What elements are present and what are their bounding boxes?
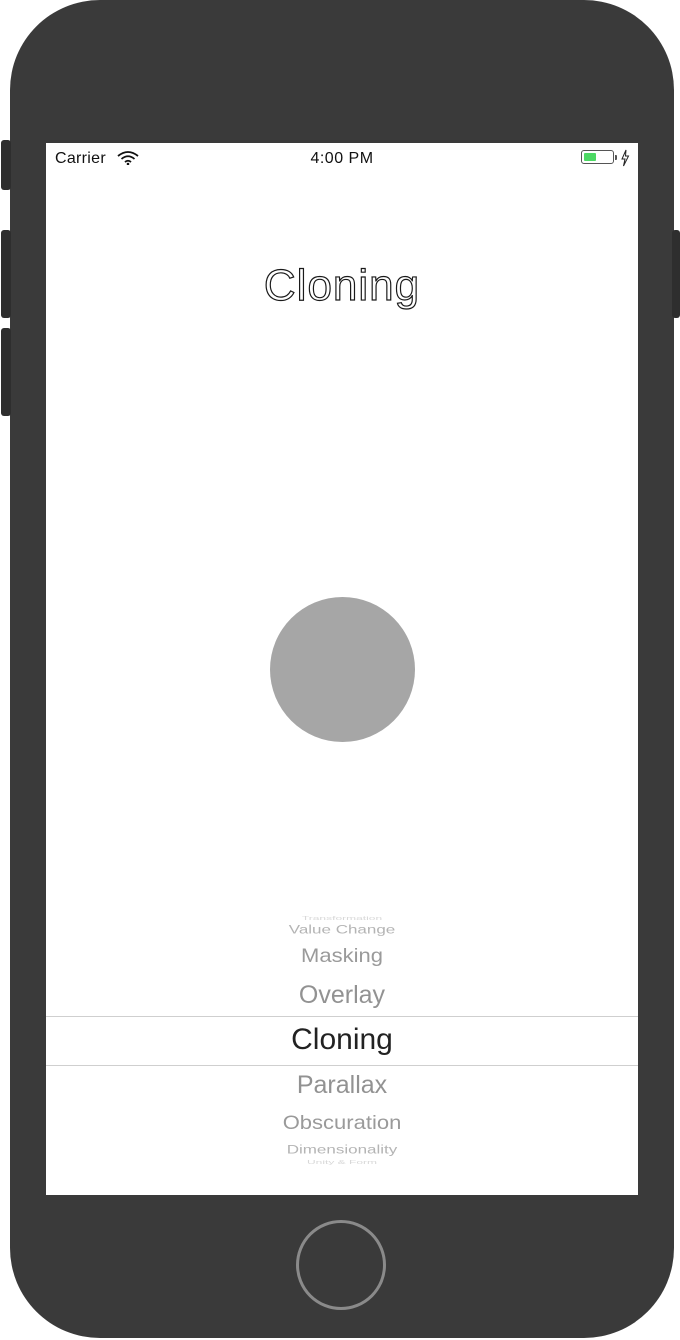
picker-item-cloning-selected[interactable]: Cloning — [46, 1023, 638, 1057]
picker-item-transformation[interactable]: Transformation — [46, 915, 638, 921]
picker-item-overlay[interactable]: Overlay — [46, 981, 638, 1010]
picker-item-value-change[interactable]: Value Change — [46, 923, 638, 937]
page-title: Cloning — [263, 260, 421, 310]
selection-bottom-line — [46, 1065, 638, 1066]
home-button[interactable] — [296, 1220, 386, 1310]
battery-tip — [615, 155, 617, 160]
volume-down-button — [1, 328, 11, 416]
effect-picker[interactable]: Transformation Value Change Masking Over… — [46, 907, 638, 1177]
picker-item-obscuration[interactable]: Obscuration — [46, 1112, 638, 1135]
picker-item-masking[interactable]: Masking — [46, 945, 638, 968]
status-bar: Carrier 4:00 PM — [46, 143, 638, 173]
status-time: 4:00 PM — [310, 150, 374, 167]
selection-top-line — [46, 1016, 638, 1017]
app-screen: Carrier 4:00 PM Cloning Transformation V… — [46, 143, 638, 1195]
cloning-circle[interactable] — [270, 597, 415, 742]
volume-up-button — [1, 230, 11, 318]
battery-icon — [581, 150, 614, 164]
power-button — [672, 230, 680, 318]
battery-level — [584, 153, 596, 161]
mute-switch — [1, 140, 11, 190]
picker-item-unity-form[interactable]: Unity & Form — [46, 1159, 638, 1165]
picker-item-dimensionality[interactable]: Dimensionality — [46, 1143, 638, 1157]
charging-bolt-icon — [621, 149, 630, 167]
picker-item-parallax[interactable]: Parallax — [46, 1071, 638, 1100]
